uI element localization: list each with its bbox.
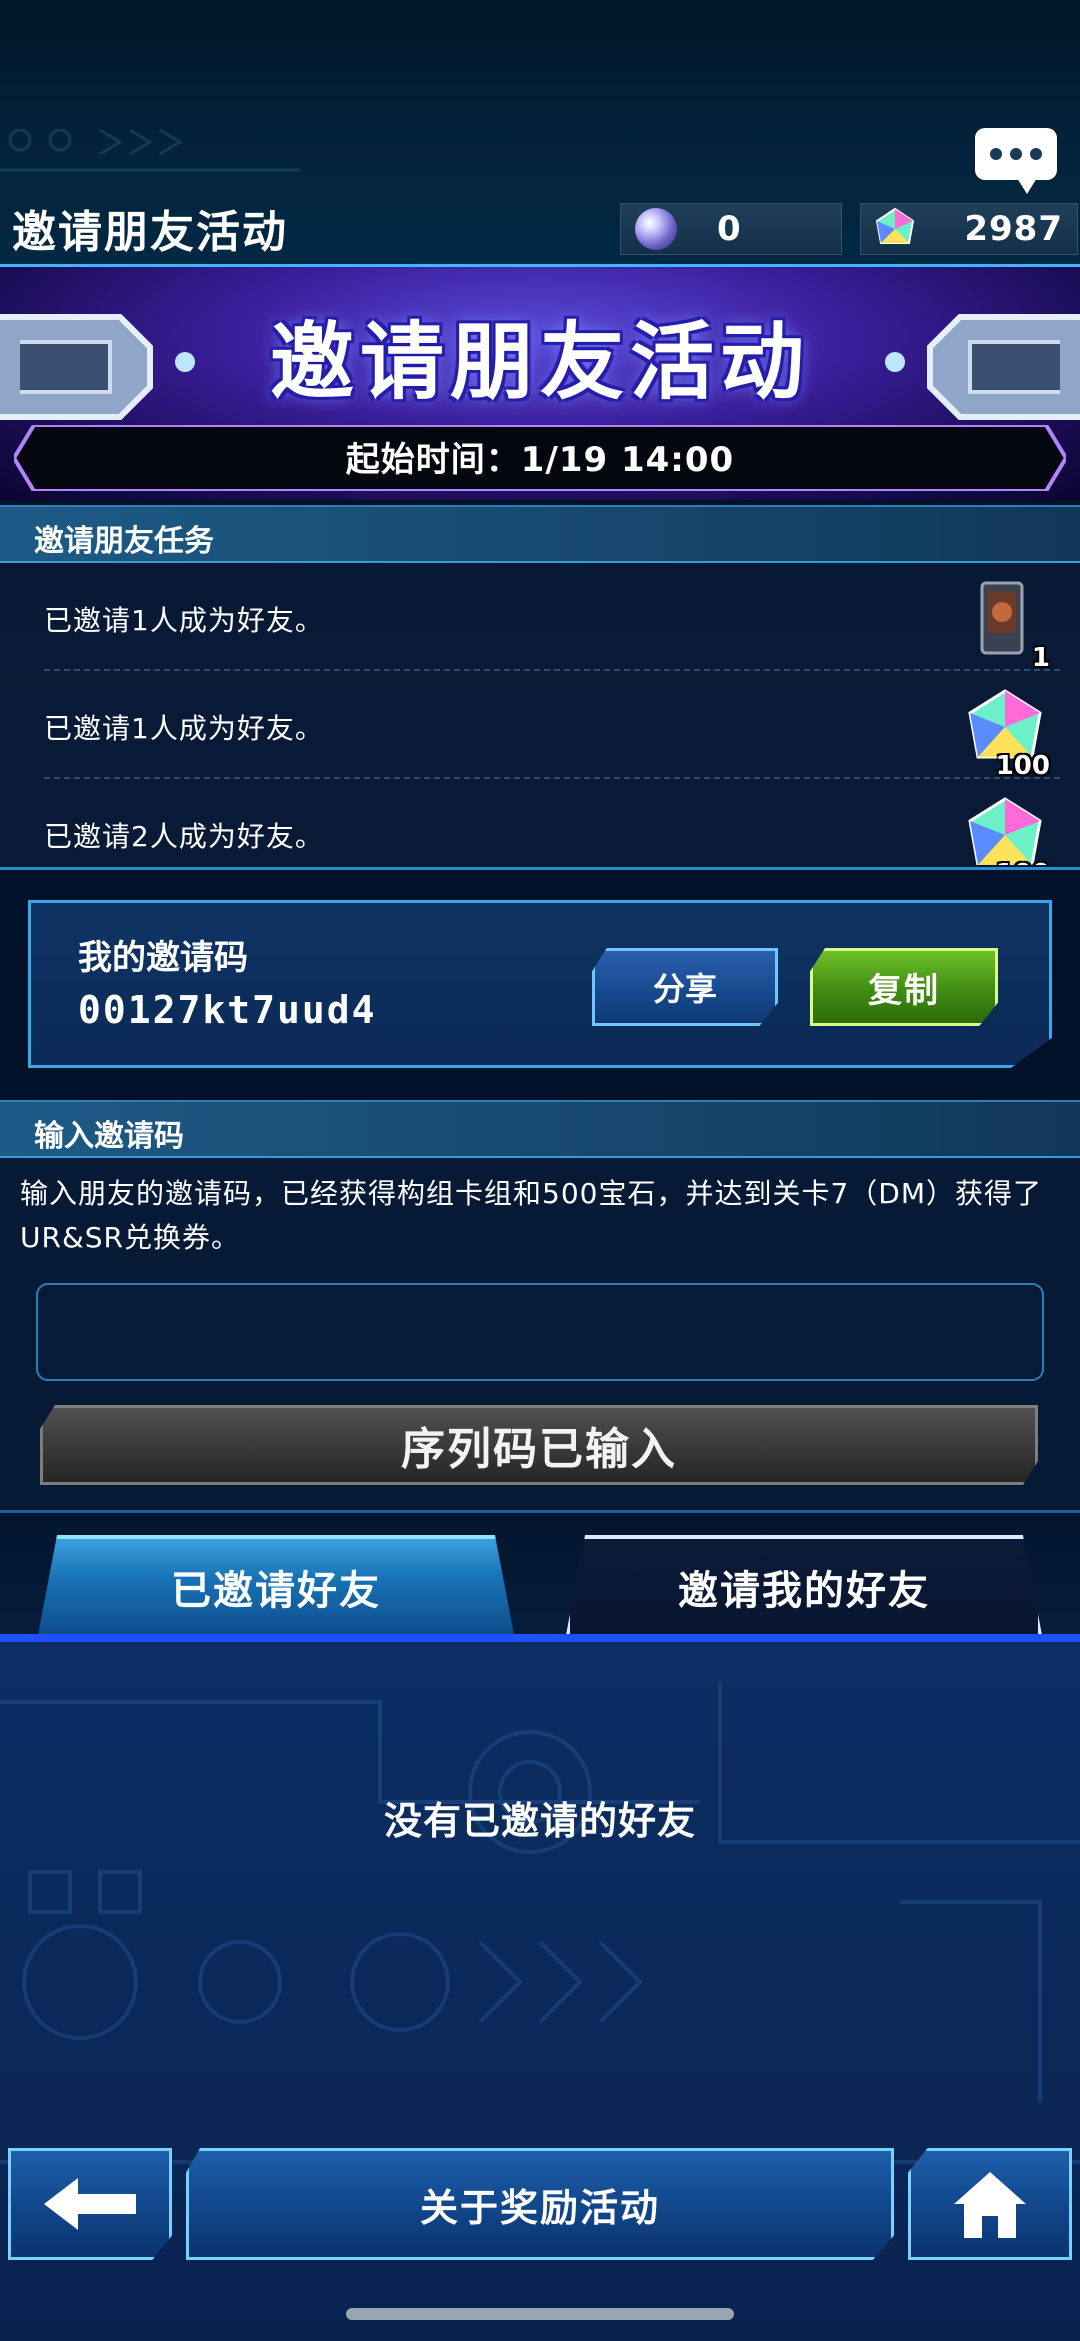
gems-value: 2987 [964,209,1063,249]
reward-qty: 100 [996,859,1050,865]
banner-title: 邀请朋友活动 [269,313,810,411]
invite-tasks-panel: 邀请朋友任务 已邀请1人成为好友。 1 已邀请1人成为好友。 100 已邀请2人… [0,505,1080,870]
orbs-counter: 0 [620,203,842,255]
copy-button[interactable]: 复制 [810,948,998,1026]
tab-underline [0,1634,1080,1642]
enter-code-heading: 输入邀请码 [34,1119,184,1154]
home-button[interactable] [908,2148,1072,2260]
my-code-value: 00127kt7uud4 [78,988,377,1032]
gems-counter: 2987 [860,203,1078,255]
circuit-decoration [0,128,300,172]
my-code-label: 我的邀请码 [78,938,248,978]
gem-icon: 100 [960,685,1050,781]
enter-code-description: 输入朋友的邀请码，已经获得构组卡组和500宝石，并达到关卡7（DM）获得了UR&… [20,1177,1042,1254]
task-row: 已邀请1人成为好友。 1 [0,563,1080,673]
serial-entered-button[interactable]: 序列码已输入 [40,1405,1038,1485]
enter-code-header: 输入邀请码 [0,1100,1080,1158]
task-text: 已邀请1人成为好友。 [44,712,324,745]
tab-invited-friends[interactable]: 已邀请好友 [38,1535,514,1635]
task-text: 已邀请1人成为好友。 [44,604,324,637]
chat-button[interactable] [975,128,1057,194]
task-text: 已邀请2人成为好友。 [44,820,324,853]
arrow-left-icon [44,2178,136,2230]
tasks-header: 邀请朋友任务 [0,505,1080,563]
orbs-value: 0 [717,209,742,249]
gesture-bar[interactable] [346,2308,734,2320]
start-time: 起始时间：1/19 14:00 [345,440,735,480]
empty-state-message: 没有已邀请的好友 [383,1799,696,1843]
back-button[interactable] [8,2148,172,2260]
chat-dot [990,148,1002,160]
page-title: 邀请朋友活动 [12,207,288,258]
task-row: 已邀请2人成为好友。 100 [0,779,1080,865]
share-button[interactable]: 分享 [592,948,778,1026]
chat-dot [1030,148,1042,160]
task-row: 已邀请1人成为好友。 100 [0,671,1080,781]
chat-dot [1010,148,1022,160]
about-rewards-button[interactable]: 关于奖励活动 [186,2148,894,2260]
gem-icon [873,207,917,251]
tasks-heading: 邀请朋友任务 [34,524,214,559]
orb-icon [635,208,677,250]
gem-icon: 100 [960,793,1050,865]
invite-code-input[interactable] [36,1283,1044,1381]
home-icon [954,2172,1026,2238]
card-pack-icon: 1 [960,577,1050,673]
tab-invited-me[interactable]: 邀请我的好友 [566,1535,1042,1635]
